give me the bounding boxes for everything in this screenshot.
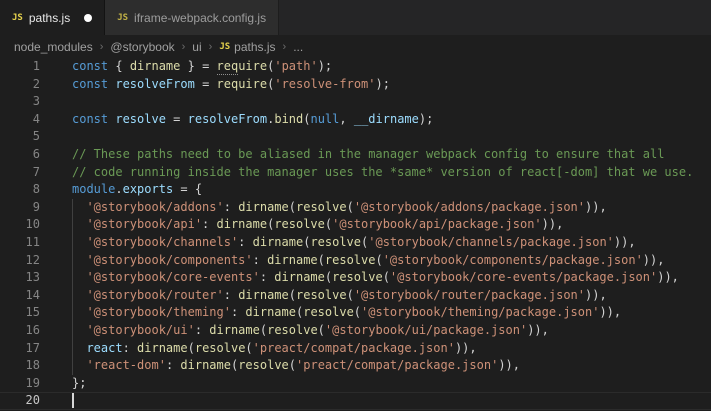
code-line-17[interactable]: 17 react: dirname(resolve('preact/compat…: [0, 339, 711, 358]
indent-guide: [72, 198, 73, 217]
breadcrumb-separator: ›: [181, 40, 186, 53]
code-line-18[interactable]: 18 'react-dom': dirname(resolve('preact/…: [0, 357, 711, 375]
line-number: 16: [25, 322, 40, 337]
code-line-9[interactable]: 9 '@storybook/addons': dirname(resolve('…: [0, 198, 711, 217]
line-number: 15: [25, 305, 40, 320]
vscode-window: JS paths.js JS iframe-webpack.config.js nod…: [0, 0, 711, 411]
indent-guide: [72, 321, 73, 340]
code-text: '@storybook/channels': dirname(resolve('…: [86, 234, 636, 249]
js-file-icon: JS: [219, 41, 231, 52]
breadcrumb-item-label: ui: [192, 39, 202, 54]
code-text: const { dirname } = require('path');: [72, 59, 333, 75]
line-number: 18: [25, 358, 40, 373]
line-number: 20: [25, 393, 40, 408]
breadcrumb-item-paths.js[interactable]: JS paths.js: [219, 40, 275, 54]
tab-bar: JS paths.js JS iframe-webpack.config.js: [0, 0, 711, 35]
indent-guide: [72, 251, 73, 270]
breadcrumb-item-...[interactable]: ...: [293, 40, 303, 54]
code-text: '@storybook/core-events': dirname(resolv…: [86, 270, 679, 285]
breadcrumb: node_modules › @storybook › ui › JS paths.js ›..…: [0, 35, 711, 58]
indent-guide: [72, 339, 73, 358]
tab-label: paths.js: [28, 10, 71, 25]
code-text: // These paths need to be aliased in the…: [72, 146, 665, 161]
code-line-3[interactable]: 3: [0, 93, 711, 111]
breadcrumb-separator: ›: [99, 40, 104, 53]
line-number: 7: [32, 164, 40, 179]
code-line-10[interactable]: 10 '@storybook/api': dirname(resolve('@s…: [0, 216, 711, 234]
code-text: '@storybook/ui': dirname(resolve('@story…: [86, 322, 549, 337]
line-number: 11: [25, 234, 40, 249]
code-line-15[interactable]: 15 '@storybook/theming': dirname(resolve…: [0, 304, 711, 322]
breadcrumb-separator: ›: [282, 40, 287, 53]
indent-guide: [72, 357, 73, 375]
line-number: 9: [32, 199, 40, 214]
code-editor[interactable]: 1 const { dirname } = require('path'); 2 co…: [0, 58, 711, 411]
code-text: '@storybook/components': dirname(resolve…: [86, 252, 665, 267]
code-line-12[interactable]: 12 '@storybook/components': dirname(reso…: [0, 251, 711, 270]
code-line-8[interactable]: 8 module.exports = {: [0, 181, 711, 199]
code-text: '@storybook/theming': dirname(resolve('@…: [86, 305, 622, 320]
code-text: react: dirname(resolve('preact/compat/pa…: [86, 340, 477, 355]
breadcrumb-item-label: node_modules: [14, 39, 93, 54]
js-file-icon: JS: [12, 12, 23, 23]
code-text: // code running inside the manager uses …: [72, 164, 694, 179]
line-number: 2: [32, 76, 40, 91]
code-line-4[interactable]: 4 const resolve = resolveFrom.bind(null, …: [0, 111, 711, 129]
code-line-19[interactable]: 19};: [0, 375, 711, 393]
code-line-20[interactable]: 20: [0, 392, 711, 410]
line-number: 1: [32, 59, 40, 73]
line-number: 10: [25, 217, 40, 232]
line-number: 6: [32, 146, 40, 161]
code-text: '@storybook/router': dirname(resolve('@s…: [86, 287, 607, 302]
code-line-1[interactable]: 1 const { dirname } = require('path');: [0, 58, 711, 76]
code-line-5[interactable]: 5: [0, 128, 711, 146]
line-number: 12: [25, 252, 40, 267]
indent-guide: [72, 216, 73, 234]
code-line-11[interactable]: 11 '@storybook/channels': dirname(resolv…: [0, 233, 711, 252]
code-text: const resolveFrom = require('resolve-fro…: [72, 76, 390, 91]
code-text: 'react-dom': dirname(resolve('preact/com…: [86, 358, 520, 373]
line-number: 13: [25, 270, 40, 285]
code-text: const resolve = resolveFrom.bind(null, _…: [72, 111, 434, 126]
code-text: };: [72, 375, 87, 390]
code-line-6[interactable]: 6 // These paths need to be aliased in th…: [0, 146, 711, 164]
tab-iframe-webpack.config.js[interactable]: JS iframe-webpack.config.js: [105, 0, 280, 35]
tab-label: iframe-webpack.config.js: [134, 10, 267, 25]
breadcrumb-separator: ›: [208, 40, 213, 53]
text-cursor: [72, 393, 74, 409]
breadcrumb-item-ui[interactable]: ui: [192, 40, 201, 54]
modified-dot-icon[interactable]: [84, 13, 93, 22]
code-line-16[interactable]: 16 '@storybook/ui': dirname(resolve('@st…: [0, 321, 711, 340]
line-number: 4: [32, 111, 40, 126]
indent-guide: [72, 269, 73, 287]
line-number: 19: [25, 375, 40, 390]
code-line-14[interactable]: 14 '@storybook/router': dirname(resolve(…: [0, 286, 711, 305]
breadcrumb-item-label: ...: [293, 39, 304, 54]
breadcrumb-item-label: @storybook: [110, 39, 175, 54]
tab-paths.js[interactable]: JS paths.js: [0, 0, 106, 35]
code-text: '@storybook/addons': dirname(resolve('@s…: [86, 199, 607, 214]
line-number: 3: [32, 94, 40, 109]
line-number: 14: [25, 287, 40, 302]
breadcrumb-item-node_modules[interactable]: node_modules: [14, 40, 93, 54]
indent-guide: [72, 286, 73, 305]
code-line-7[interactable]: 7 // code running inside the manager uses…: [0, 164, 711, 182]
indent-guide: [72, 233, 73, 252]
indent-guide: [72, 304, 73, 322]
code-text: module.exports = {: [72, 182, 203, 197]
js-file-icon: JS: [117, 12, 129, 23]
breadcrumb-item-@storybook[interactable]: @storybook: [110, 40, 174, 54]
breadcrumb-item-label: paths.js: [234, 39, 276, 54]
code-line-13[interactable]: 13 '@storybook/core-events': dirname(res…: [0, 269, 711, 287]
line-number: 8: [32, 182, 40, 197]
code-text: '@storybook/api': dirname(resolve('@stor…: [86, 217, 564, 232]
line-number: 5: [32, 129, 40, 144]
line-number: 17: [25, 340, 40, 355]
code-line-2[interactable]: 2 const resolveFrom = require('resolve-fr…: [0, 76, 711, 94]
